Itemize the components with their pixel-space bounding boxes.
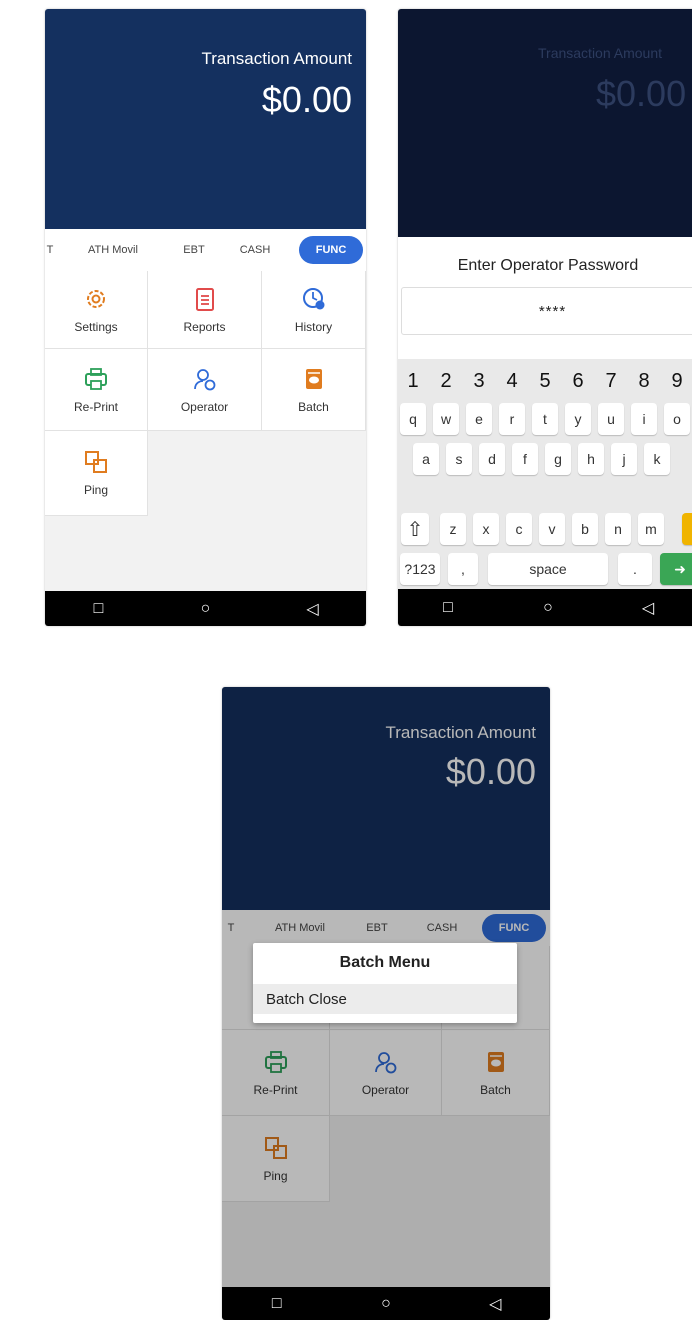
settings-label: Settings: [74, 319, 118, 334]
number-key-2[interactable]: 2: [431, 365, 461, 397]
letter-key-r[interactable]: r: [499, 403, 525, 435]
batch-button[interactable]: Batch: [262, 349, 366, 431]
shift-key[interactable]: ⇧: [401, 513, 429, 545]
function-grid: Settings Reports History Re-Print Operat…: [45, 271, 366, 591]
letter-key-z[interactable]: z: [440, 513, 466, 545]
recents-icon[interactable]: □: [257, 1295, 297, 1313]
home-icon[interactable]: ○: [366, 1295, 406, 1313]
reprint-label: Re-Print: [73, 399, 118, 414]
backspace-key[interactable]: [682, 513, 692, 545]
letter-key-y[interactable]: y: [565, 403, 591, 435]
clock-icon: [302, 287, 324, 309]
printer-icon: [85, 367, 107, 390]
letter-key-n[interactable]: n: [605, 513, 631, 545]
letter-key-a[interactable]: a: [413, 443, 439, 475]
transaction-amount-label: Transaction Amount: [201, 49, 352, 68]
home-icon[interactable]: ○: [186, 600, 226, 618]
history-label: History: [294, 319, 333, 334]
ping-label: Ping: [83, 483, 109, 497]
number-key-8[interactable]: 8: [629, 365, 659, 397]
reports-label: Reports: [183, 319, 226, 334]
batch-menu-dialog: Batch Menu Batch Close: [253, 943, 517, 1023]
letter-key-f[interactable]: f: [512, 443, 538, 475]
recents-icon[interactable]: □: [79, 600, 119, 618]
password-dialog-title: Enter Operator Password: [457, 257, 639, 274]
gear-icon: [87, 289, 105, 308]
batch-icon: [305, 368, 322, 389]
back-icon[interactable]: ◁: [475, 1294, 515, 1314]
payment-tabs: T ATH Movil EBT CASH FUNC: [45, 229, 366, 272]
phone-screen-func-menu: Transaction Amount $0.00 T ATH Movil EBT…: [45, 9, 366, 626]
tab-ebt[interactable]: EBT: [171, 229, 217, 271]
batch-close-item[interactable]: Batch Close: [253, 984, 517, 1014]
letter-key-i[interactable]: i: [631, 403, 657, 435]
letter-key-s[interactable]: s: [446, 443, 472, 475]
history-button[interactable]: History: [262, 271, 366, 349]
space-key[interactable]: space: [488, 553, 608, 585]
phone-screen-password: Transaction Amount $0.00 Enter Operator …: [398, 9, 692, 626]
operator-label: Operator: [180, 399, 229, 414]
tab-cash[interactable]: CASH: [227, 229, 283, 271]
soft-keyboard: 123456789 qwertyuio asdfghjk zxcvbnm ⇧ ?…: [398, 359, 692, 589]
letter-key-d[interactable]: d: [479, 443, 505, 475]
letter-key-o[interactable]: o: [664, 403, 690, 435]
transaction-amount-value-dimmed: $0.00: [596, 73, 687, 114]
letter-key-m[interactable]: m: [638, 513, 664, 545]
transaction-amount-label-dimmed: Transaction Amount: [538, 45, 662, 61]
letter-key-e[interactable]: e: [466, 403, 492, 435]
dimmed-header: Transaction Amount $0.00: [398, 9, 692, 237]
transaction-amount-value: $0.00: [261, 79, 352, 120]
settings-button[interactable]: Settings: [45, 271, 148, 349]
period-key[interactable]: .: [618, 553, 652, 585]
home-icon[interactable]: ○: [528, 599, 568, 617]
comma-key[interactable]: ,: [448, 553, 478, 585]
reports-button[interactable]: Reports: [148, 271, 262, 349]
number-key-4[interactable]: 4: [497, 365, 527, 397]
back-icon[interactable]: ◁: [628, 598, 668, 618]
number-key-5[interactable]: 5: [530, 365, 560, 397]
number-key-3[interactable]: 3: [464, 365, 494, 397]
back-icon[interactable]: ◁: [293, 599, 333, 619]
letter-key-u[interactable]: u: [598, 403, 624, 435]
letter-key-w[interactable]: w: [433, 403, 459, 435]
number-key-9[interactable]: 9: [662, 365, 692, 397]
tab-t[interactable]: T: [45, 229, 55, 271]
ping-button[interactable]: Ping: [45, 431, 148, 516]
letter-key-b[interactable]: b: [572, 513, 598, 545]
letter-key-j[interactable]: j: [611, 443, 637, 475]
number-key-7[interactable]: 7: [596, 365, 626, 397]
clipboard-icon: [195, 287, 214, 311]
batch-label: Batch: [298, 399, 329, 414]
android-nav-bar-2: □ ○ ◁: [398, 589, 692, 626]
number-key-1[interactable]: 1: [398, 365, 428, 397]
letter-key-c[interactable]: c: [506, 513, 532, 545]
transaction-header: Transaction Amount $0.00: [45, 9, 366, 229]
ping-icon: [85, 451, 107, 473]
letter-key-g[interactable]: g: [545, 443, 571, 475]
letter-key-t[interactable]: t: [532, 403, 558, 435]
recents-icon[interactable]: □: [428, 599, 468, 617]
letter-key-x[interactable]: x: [473, 513, 499, 545]
symbols-key[interactable]: ?123: [400, 553, 440, 585]
reprint-button[interactable]: Re-Print: [45, 349, 148, 431]
password-dialog: Enter Operator Password ****: [398, 237, 692, 359]
android-nav-bar-3: □ ○ ◁: [222, 1287, 550, 1320]
phone-screen-batch-menu: Transaction Amount $0.00 T ATH Movil EBT…: [222, 687, 550, 1320]
password-input[interactable]: ****: [401, 287, 692, 335]
letter-key-v[interactable]: v: [539, 513, 565, 545]
enter-key[interactable]: ➜: [660, 553, 692, 585]
number-key-6[interactable]: 6: [563, 365, 593, 397]
operator-button[interactable]: Operator: [148, 349, 262, 431]
operator-icon: [193, 368, 215, 390]
letter-key-k[interactable]: k: [644, 443, 670, 475]
batch-menu-title: Batch Menu: [339, 954, 431, 971]
tab-func[interactable]: FUNC: [299, 236, 363, 264]
letter-key-q[interactable]: q: [400, 403, 426, 435]
tab-ath-movil[interactable]: ATH Movil: [73, 229, 153, 271]
letter-key-h[interactable]: h: [578, 443, 604, 475]
android-nav-bar: □ ○ ◁: [45, 591, 366, 626]
